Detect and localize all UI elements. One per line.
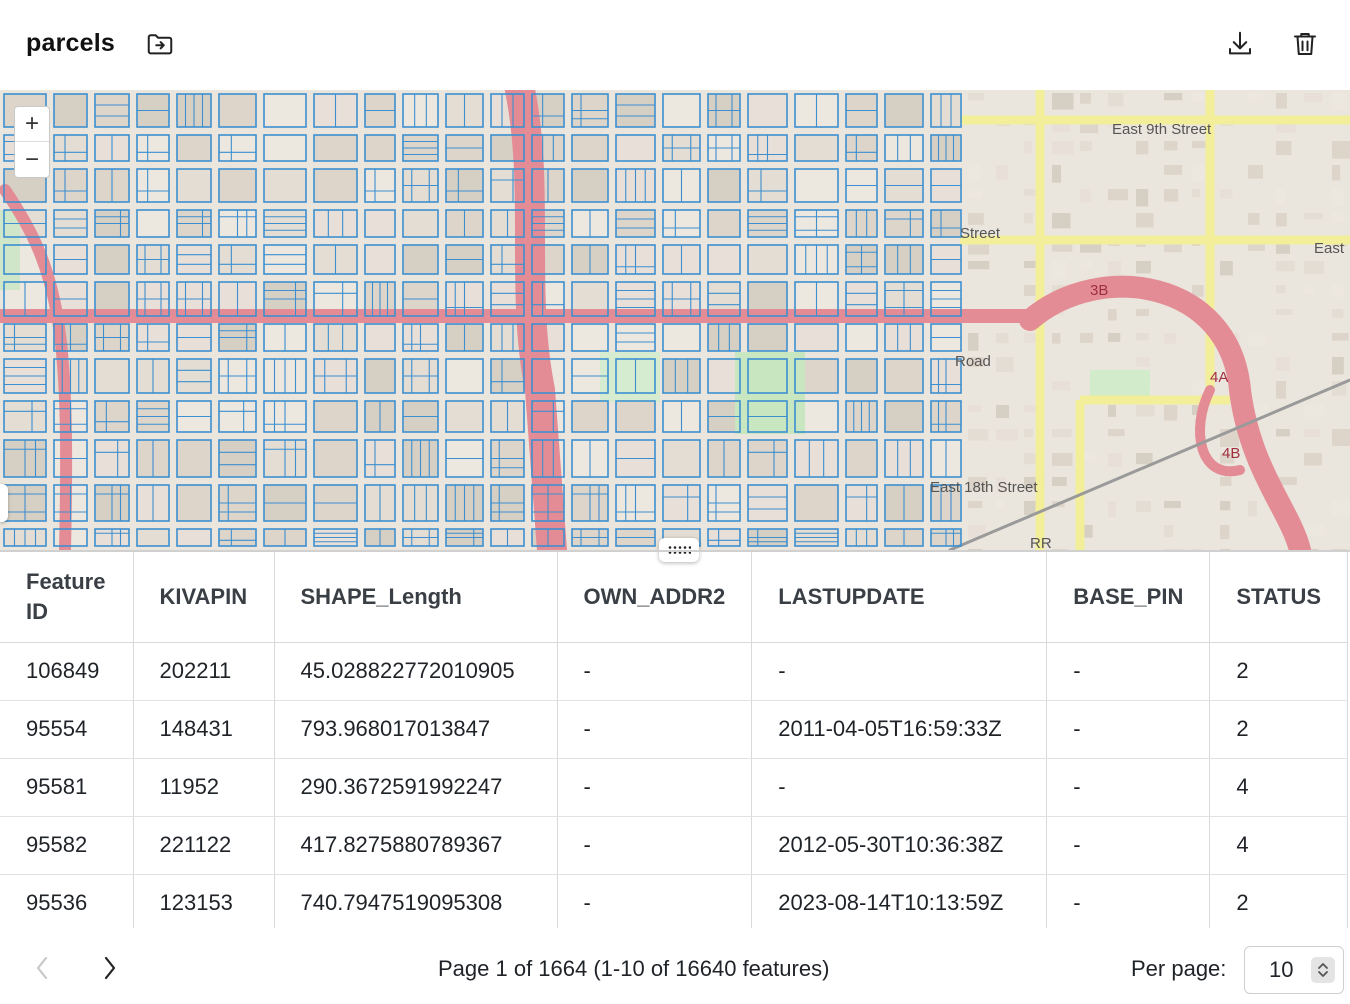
cell-status: 2: [1209, 700, 1349, 759]
cell-feature-id: 95582: [0, 816, 134, 875]
download-button[interactable]: [1223, 26, 1257, 62]
trash-icon: [1294, 33, 1316, 55]
move-to-folder-button[interactable]: [143, 26, 177, 62]
cell-own-addr2: -: [557, 642, 753, 701]
column-header-shape-length[interactable]: SHAPE_Length: [274, 552, 558, 643]
cell-kivapin: 11952: [133, 758, 275, 817]
zoom-out-button[interactable]: −: [15, 142, 49, 177]
column-header-feature-id[interactable]: Feature ID: [0, 552, 134, 643]
cell-kivapin: 221122: [133, 816, 275, 875]
map-view[interactable]: East 9th Street 3B 4A 4B East 18th Stree…: [0, 90, 1350, 550]
cell-lastupdate: 2011-04-05T16:59:33Z: [751, 700, 1048, 759]
cell-kivapin: 202211: [133, 642, 275, 701]
map-label-4b: 4B: [1222, 445, 1240, 462]
cell-own-addr2: -: [557, 874, 753, 928]
column-header-own-addr2[interactable]: OWN_ADDR2: [557, 552, 753, 643]
delete-button[interactable]: [1288, 26, 1322, 62]
cell-lastupdate: -: [751, 642, 1048, 701]
cell-lastupdate: 2012-05-30T10:36:38Z: [751, 816, 1048, 875]
cell-lastupdate: -: [751, 758, 1048, 817]
table-row[interactable]: 95554 148431 793.968017013847-2011-04-05T1…: [0, 700, 1349, 759]
map-label-street: Street: [960, 225, 1001, 242]
cell-own-addr2: -: [557, 758, 753, 817]
layer-title: parcels: [26, 29, 115, 57]
cell-feature-id: 95554: [0, 700, 134, 759]
map-label-rr: RR: [1030, 535, 1052, 550]
cell-feature-id: 95536: [0, 874, 134, 928]
cell-status: 2: [1209, 874, 1349, 928]
cell-lastupdate: 2023-08-14T10:13:59Z: [751, 874, 1048, 928]
cell-base-pin: -: [1046, 816, 1211, 875]
map-label-4a: 4A: [1210, 369, 1228, 386]
column-header-base-pin[interactable]: BASE_PIN: [1046, 552, 1211, 643]
map-label-east-18th: East 18th Street: [930, 479, 1038, 496]
cell-shape-length: 45.028822772010905: [274, 642, 558, 701]
features-table: Feature ID KIVAPIN SHAPE_Length OWN_ADDR…: [0, 552, 1349, 928]
column-header-kivapin[interactable]: KIVAPIN: [133, 552, 275, 643]
column-header-status[interactable]: STATUS: [1209, 552, 1349, 643]
folder-move-icon: [147, 34, 173, 55]
side-resize-handle[interactable]: [0, 484, 8, 522]
cell-status: 4: [1209, 816, 1349, 875]
table-row[interactable]: 95581 11952 290.3672591992247- - -4: [0, 758, 1349, 817]
per-page-select[interactable]: 10: [1244, 946, 1344, 994]
previous-page-button[interactable]: [28, 954, 56, 982]
table-row[interactable]: 106849 202211 45.028822772010905- - -2: [0, 642, 1349, 701]
pagination-bar: Page 1 of 1664 (1-10 of 16640 features) …: [0, 928, 1350, 1004]
cell-kivapin: 123153: [133, 874, 275, 928]
cell-base-pin: -: [1046, 758, 1211, 817]
zoom-in-button[interactable]: +: [15, 107, 49, 142]
cell-shape-length: 290.3672591992247: [274, 758, 558, 817]
cell-base-pin: -: [1046, 874, 1211, 928]
chevron-right-icon: [104, 956, 116, 980]
updown-arrows-icon: [1311, 957, 1335, 983]
map-label-3b: 3B: [1090, 282, 1108, 299]
cell-feature-id: 106849: [0, 642, 134, 701]
cell-own-addr2: -: [557, 816, 753, 875]
download-icon: [1229, 31, 1251, 55]
table-header-row: Feature ID KIVAPIN SHAPE_Length OWN_ADDR…: [0, 552, 1349, 643]
cell-own-addr2: -: [557, 700, 753, 759]
cell-shape-length: 793.968017013847: [274, 700, 558, 759]
map-canvas[interactable]: East 9th Street 3B 4A 4B East 18th Stree…: [0, 90, 1350, 550]
per-page-label: Per page:: [1131, 956, 1227, 981]
column-header-lastupdate[interactable]: LASTUPDATE: [751, 552, 1048, 643]
next-page-button[interactable]: [96, 954, 124, 982]
chevron-left-icon: [36, 956, 48, 980]
map-label-east-9th: East 9th Street: [1112, 121, 1212, 138]
cell-kivapin: 148431: [133, 700, 275, 759]
cell-shape-length: 417.8275880789367: [274, 816, 558, 875]
cell-shape-length: 740.7947519095308: [274, 874, 558, 928]
cell-base-pin: -: [1046, 700, 1211, 759]
cell-status: 2: [1209, 642, 1349, 701]
cell-feature-id: 95581: [0, 758, 134, 817]
attribute-table: Feature ID KIVAPIN SHAPE_Length OWN_ADDR…: [0, 550, 1350, 928]
layer-header: parcels: [0, 0, 1350, 90]
map-label-east: East: [1314, 240, 1345, 257]
zoom-control: + −: [14, 106, 50, 178]
cell-status: 4: [1209, 758, 1349, 817]
pagination-info: Page 1 of 1664 (1-10 of 16640 features): [438, 956, 830, 981]
cell-base-pin: -: [1046, 642, 1211, 701]
table-row[interactable]: 95582 221122 417.8275880789367-2012-05-30T…: [0, 816, 1349, 875]
per-page-value: 10: [1269, 957, 1294, 982]
table-row[interactable]: 95536 123153 740.7947519095308-2023-08-14T…: [0, 874, 1349, 928]
map-label-road: Road: [955, 353, 991, 370]
